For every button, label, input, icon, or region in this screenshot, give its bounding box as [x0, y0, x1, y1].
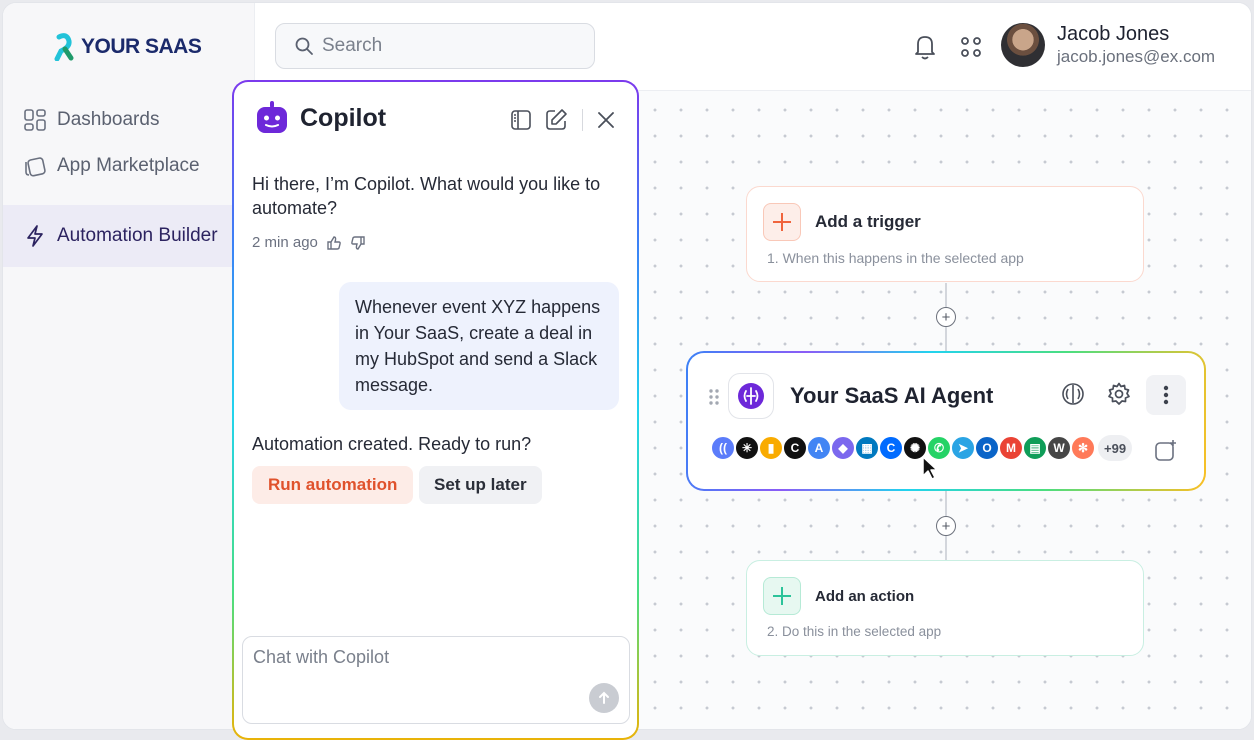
app-icon-trello[interactable]: ▦ [854, 435, 880, 461]
sidebar-item-dashboards[interactable]: Dashboards [3, 97, 255, 143]
ribbon-logo-icon [54, 33, 74, 61]
robot-icon [257, 101, 287, 133]
kebab-menu-icon [1163, 385, 1169, 405]
copilot-title: Copilot [300, 103, 387, 132]
sidebar-toggle-icon[interactable] [510, 109, 532, 131]
app-icon-cronitor[interactable]: C [782, 435, 808, 461]
toolbar-divider [582, 109, 583, 131]
app-icon-outlook[interactable]: O [974, 435, 1000, 461]
plus-icon: + [941, 517, 951, 535]
user-menu[interactable]: Jacob Jones jacob.jones@ex.com [1001, 23, 1215, 67]
sparkle-icon [27, 225, 43, 247]
app-icon-telegram[interactable]: ➤ [950, 435, 976, 461]
brand-name: YOUR SAAS [81, 35, 202, 58]
app-icon-hubspot[interactable]: ✻ [1070, 435, 1096, 461]
search-box[interactable] [275, 23, 595, 69]
plus-icon: + [941, 308, 951, 326]
brand-logo[interactable]: YOUR SAAS [53, 33, 202, 61]
user-name: Jacob Jones [1057, 23, 1170, 45]
grid-icon [24, 109, 46, 131]
copilot-toolbar [510, 108, 615, 132]
user-info: Jacob Jones jacob.jones@ex.com [1057, 23, 1215, 67]
more-options-button[interactable] [1146, 375, 1186, 415]
drag-handle-icon[interactable] [708, 388, 720, 406]
close-icon[interactable] [597, 111, 615, 129]
avatar [1001, 23, 1045, 67]
cards-icon [25, 157, 46, 177]
app-icon-clickup[interactable]: ◆ [830, 435, 856, 461]
insert-step-button[interactable]: + [936, 516, 956, 536]
set-up-later-button[interactable]: Set up later [419, 466, 542, 504]
trigger-subtitle: 1. When this happens in the selected app [767, 250, 1024, 266]
send-button[interactable] [589, 683, 619, 713]
message-meta: 2 min ago [252, 234, 366, 251]
ai-agent-card[interactable]: Your SaaS AI Agent ((✳ ▮ C A ◆ ▦ C ✺ ✆ ➤ O M ▤ W ✻ +99 [686, 351, 1206, 491]
user-email: jacob.jones@ex.com [1057, 47, 1216, 66]
message-timestamp: 2 min ago [252, 234, 318, 251]
thumbs-up-icon[interactable] [326, 235, 342, 251]
plus-icon [773, 587, 791, 605]
top-bar: Jacob Jones jacob.jones@ex.com [255, 3, 1251, 91]
copilot-header: Copilot [254, 100, 386, 136]
chat-input-box[interactable] [242, 636, 630, 724]
app-icon-stripe-like[interactable]: (( [710, 435, 736, 461]
sidebar-item-label: Dashboards [57, 109, 160, 130]
trigger-card[interactable]: Add a trigger 1. When this happens in th… [746, 186, 1144, 282]
search-input[interactable] [322, 35, 562, 57]
agent-title: Your SaaS AI Agent [790, 383, 994, 408]
apps-grid-icon[interactable] [960, 36, 982, 58]
app-icon-gmail[interactable]: M [998, 435, 1024, 461]
app-icon-google-ads[interactable]: A [806, 435, 832, 461]
insert-step-button[interactable]: + [936, 307, 956, 327]
copilot-greeting: Hi there, I’m Copilot. What would you li… [252, 174, 601, 218]
app-icon-calendly[interactable]: C [878, 435, 904, 461]
sidebar-item-automation-builder[interactable]: Automation Builder [3, 205, 255, 267]
sidebar-item-label: Automation Builder [57, 225, 218, 246]
mouse-cursor-icon [922, 456, 938, 480]
action-subtitle: 2. Do this in the selected app [767, 624, 942, 639]
thumbs-down-icon[interactable] [350, 235, 366, 251]
more-apps-count[interactable]: +99 [1098, 435, 1133, 461]
add-trigger-button[interactable] [763, 203, 801, 241]
action-card[interactable]: Add an action 2. Do this in the selected… [746, 560, 1144, 656]
plus-icon [773, 213, 791, 231]
sidebar-item-label: App Marketplace [57, 155, 200, 176]
app-icon-perplexity[interactable]: ✳ [734, 435, 760, 461]
arrow-up-icon [599, 691, 609, 704]
chat-input[interactable] [253, 647, 573, 687]
action-title: Add an action [815, 588, 915, 605]
brain-settings-icon[interactable] [1060, 381, 1086, 407]
brain-icon [738, 383, 764, 409]
add-action-button[interactable] [763, 577, 801, 615]
app-icon-google-analytics[interactable]: ▮ [758, 435, 784, 461]
gear-icon[interactable] [1106, 381, 1132, 407]
run-automation-button[interactable]: Run automation [252, 466, 414, 504]
sidebar-nav: Dashboards App Marketplace Automation Bu… [3, 97, 255, 267]
search-icon [295, 37, 313, 55]
copilot-panel: Copilot Hi there, I’m Copilot. What woul… [232, 80, 639, 740]
copilot-status-message: Automation created. Ready to run? [252, 434, 532, 454]
trigger-title: Add a trigger [815, 212, 921, 231]
sidebar: YOUR SAAS Dashboards App Marketplace Aut… [3, 3, 255, 729]
bell-icon[interactable] [913, 33, 937, 61]
user-message-bubble: Whenever event XYZ happens in Your SaaS,… [339, 282, 619, 410]
app-icon-wordpress[interactable]: W [1046, 435, 1072, 461]
edit-icon[interactable] [544, 108, 568, 132]
sidebar-item-app-marketplace[interactable]: App Marketplace [3, 143, 255, 189]
add-app-icon[interactable] [1154, 439, 1178, 463]
agent-brain-badge [728, 373, 774, 419]
app-icon-google-sheets[interactable]: ▤ [1022, 435, 1048, 461]
